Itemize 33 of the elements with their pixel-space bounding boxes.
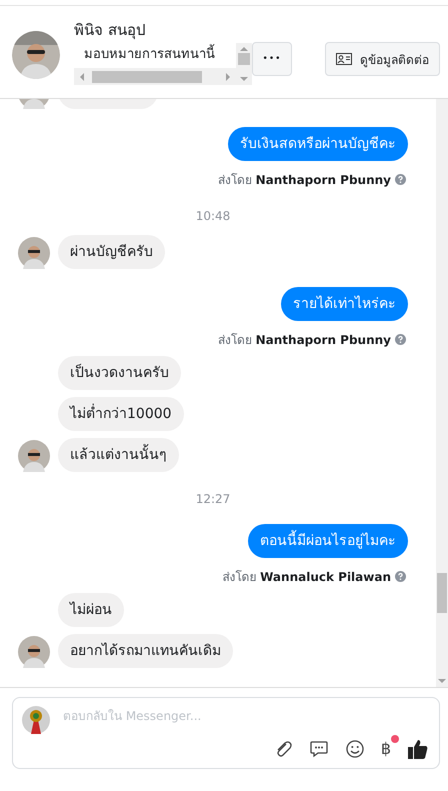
message-bubble: รายได้เท่าไหร่คะ — [281, 287, 408, 321]
emoji-icon[interactable] — [344, 739, 365, 759]
timestamp: 12:27 — [196, 492, 230, 506]
message-bubble: อยากได้รถมาแทนคันเดิม — [58, 634, 233, 668]
assign-field[interactable]: มอบหมายการสนทนานี้ — [74, 43, 252, 85]
help-icon[interactable] — [395, 334, 406, 345]
thumbs-up-icon[interactable] — [407, 738, 429, 760]
sent-by-label: ส่งโดย Nanthaporn Pbunny — [218, 332, 391, 349]
avatar — [18, 636, 50, 668]
message-bubble: ตอนนี้มีผ่อนไรอยู่ไมคะ — [248, 524, 408, 558]
help-icon[interactable] — [395, 174, 406, 185]
avatar — [18, 440, 50, 472]
help-icon[interactable] — [395, 571, 406, 582]
contact-name: พินิจ สนอุป — [74, 20, 147, 40]
message-bubble: ไม่ผ่อน — [58, 593, 124, 627]
sent-by-label: ส่งโดย Wannaluck Pilawan — [222, 569, 391, 586]
message-bubble: แล้วแต่งานนั้นๆ — [58, 438, 179, 472]
message-bubble: ไม่ต่ำกว่า10000 — [58, 397, 184, 431]
avatar — [12, 31, 60, 79]
sent-by-label: ส่งโดย Nanthaporn Pbunny — [218, 172, 391, 189]
more-button[interactable]: ••• — [252, 42, 292, 76]
contact-card-icon — [336, 53, 352, 65]
message-bubble: เป็นงวดงานครับ — [58, 356, 181, 390]
message-bubble: ผ่านบัญชีครับ — [58, 235, 165, 269]
timestamp: 10:48 — [196, 209, 230, 223]
avatar — [18, 237, 50, 269]
speech-bubble-icon[interactable] — [308, 739, 329, 759]
reply-field[interactable]: ตอบกลับใน Messenger... ฿ — [12, 697, 440, 769]
payment-button[interactable]: ฿ — [380, 739, 391, 759]
contact-info-button[interactable]: ดูข้อมูลติดต่อ — [325, 42, 440, 76]
message-bubble: รับเงินสดหรือผ่านบัญชีคะ — [228, 127, 408, 161]
scrollbar[interactable] — [436, 99, 448, 687]
avatar — [22, 706, 50, 734]
